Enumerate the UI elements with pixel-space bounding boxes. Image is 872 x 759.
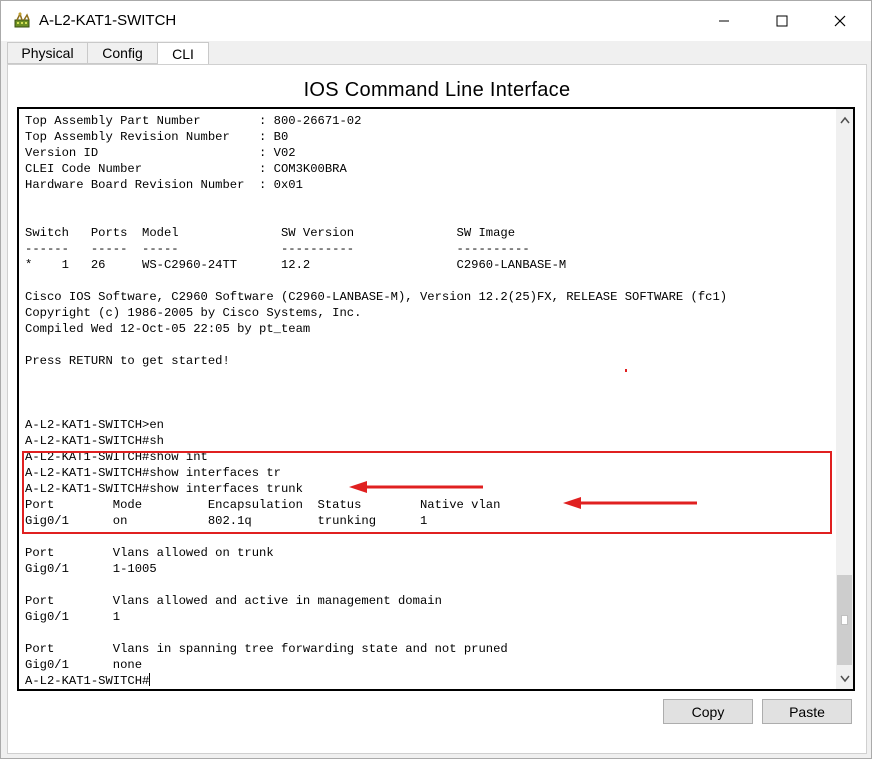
- scroll-grip: [841, 615, 848, 625]
- terminal-line: Gig0/1 1-1005: [25, 562, 157, 576]
- terminal-line: Port Vlans allowed and active in managem…: [25, 594, 442, 608]
- terminal-line: Press RETURN to get started!: [25, 354, 230, 368]
- vertical-scrollbar[interactable]: [836, 109, 853, 689]
- terminal-line: Gig0/1 none: [25, 658, 143, 672]
- scroll-thumb[interactable]: [837, 575, 852, 665]
- terminal-line: Hardware Board Revision Number : 0x01: [25, 178, 303, 192]
- minimize-icon: [719, 20, 729, 22]
- copy-button[interactable]: Copy: [663, 699, 753, 724]
- chevron-down-icon: [839, 675, 850, 682]
- terminal-line: Version ID : V02: [25, 146, 296, 160]
- terminal-line: Port Vlans allowed on trunk: [25, 546, 274, 560]
- terminal-prompt: A-L2-KAT1-SWITCH#: [25, 674, 150, 688]
- tab-bar: Physical Config CLI: [7, 42, 867, 65]
- terminal-line: * 1 26 WS-C2960-24TT 12.2 C2960-LANBASE-…: [25, 258, 567, 272]
- close-button[interactable]: [811, 1, 869, 41]
- terminal-line: Copyright (c) 1986-2005 by Cisco Systems…: [25, 306, 362, 320]
- title-bar[interactable]: A-L2-KAT1-SWITCH: [1, 1, 871, 41]
- minimize-button[interactable]: [695, 1, 753, 41]
- terminal-prompt-line[interactable]: A-L2-KAT1-SWITCH#: [25, 673, 727, 689]
- window-title: A-L2-KAT1-SWITCH: [39, 12, 177, 29]
- tab-config[interactable]: Config: [87, 42, 158, 64]
- tab-physical[interactable]: Physical: [7, 42, 88, 64]
- scroll-up-button[interactable]: [836, 111, 853, 128]
- router-icon: [13, 11, 33, 31]
- maximize-icon: [776, 15, 788, 27]
- terminal-line: CLEI Code Number : COM3K00BRA: [25, 162, 347, 176]
- terminal-line: Cisco IOS Software, C2960 Software (C296…: [25, 290, 728, 304]
- terminal-line: ------ ----- ----- ---------- ----------: [25, 242, 530, 256]
- terminal-line: Compiled Wed 12-Oct-05 22:05 by pt_team: [25, 322, 311, 336]
- maximize-button[interactable]: [753, 1, 811, 41]
- chevron-up-icon: [839, 116, 850, 123]
- terminal-line: Top Assembly Part Number : 800-26671-02: [25, 114, 362, 128]
- terminal-line: Gig0/1 1: [25, 610, 121, 624]
- terminal-line: A-L2-KAT1-SWITCH#sh: [25, 434, 164, 448]
- red-arrow-icon: [349, 481, 483, 493]
- paste-button[interactable]: Paste: [762, 699, 852, 724]
- text-cursor: [149, 673, 151, 686]
- stray-mark: [625, 369, 627, 372]
- terminal-line: A-L2-KAT1-SWITCH>en: [25, 418, 164, 432]
- application-window: A-L2-KAT1-SWITCH Physical Config CLI IOS…: [0, 0, 872, 759]
- terminal-output: Top Assembly Part Number : 800-26671-02 T…: [25, 113, 727, 689]
- terminal-line: Switch Ports Model SW Version SW Image: [25, 226, 516, 240]
- scroll-down-button[interactable]: [836, 670, 853, 687]
- red-arrow-icon: [563, 497, 697, 509]
- close-icon: [834, 15, 846, 27]
- panel-title: IOS Command Line Interface: [303, 79, 571, 101]
- cli-panel: IOS Command Line Interface Top Assembly …: [7, 64, 867, 754]
- tab-cli[interactable]: CLI: [157, 42, 209, 65]
- terminal-line: Top Assembly Revision Number : B0: [25, 130, 289, 144]
- terminal-line: Port Vlans in spanning tree forwarding s…: [25, 642, 508, 656]
- cli-terminal[interactable]: Top Assembly Part Number : 800-26671-02 T…: [17, 107, 855, 691]
